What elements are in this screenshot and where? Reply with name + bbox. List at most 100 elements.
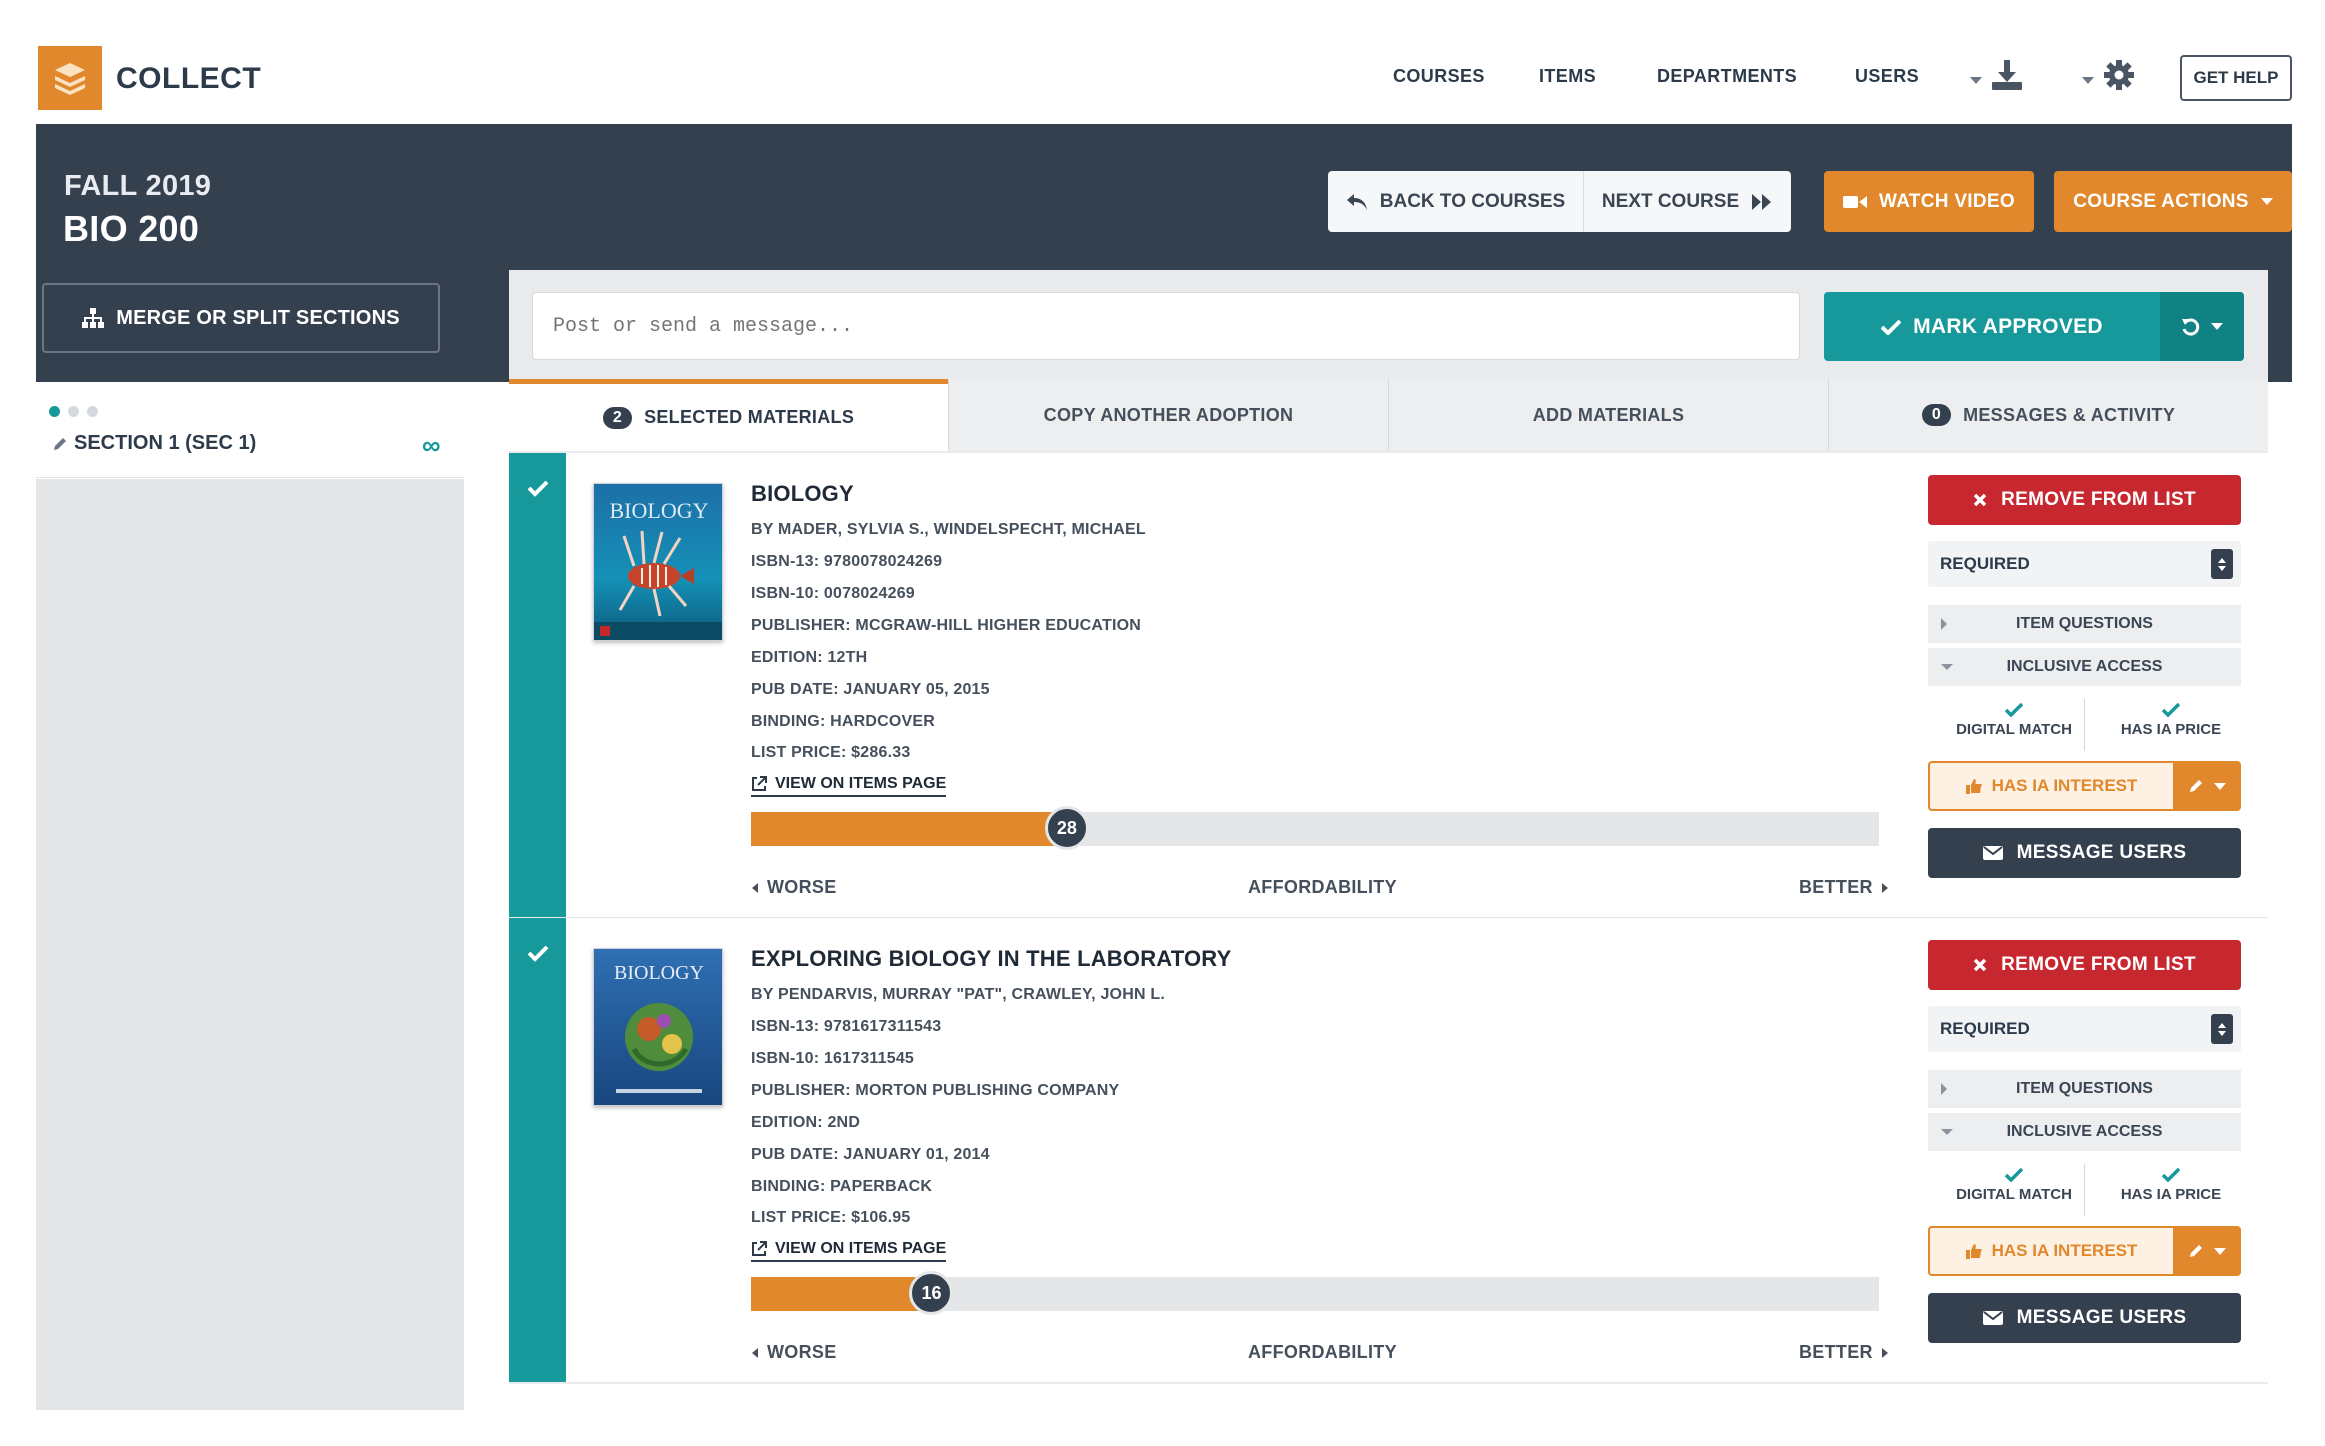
divider bbox=[2084, 699, 2085, 751]
reply-arrow-icon bbox=[1346, 193, 1367, 210]
select-arrows-icon bbox=[2211, 1014, 2233, 1044]
get-help-button[interactable]: GET HELP bbox=[2180, 55, 2292, 101]
approval-options-button[interactable] bbox=[2160, 292, 2244, 361]
next-course-label: NEXT COURSE bbox=[1601, 190, 1740, 212]
next-course-button[interactable]: NEXT COURSE bbox=[1584, 171, 1791, 232]
inclusive-access-toggle[interactable]: INCLUSIVE ACCESS bbox=[1928, 648, 2241, 686]
caret-left-icon bbox=[752, 882, 758, 893]
has-ia-interest-button[interactable]: HAS IA INTEREST bbox=[1928, 761, 2173, 811]
view-on-items-page-link[interactable]: VIEW ON ITEMS PAGE bbox=[751, 1240, 947, 1262]
download-menu[interactable] bbox=[1970, 58, 2024, 92]
back-to-courses-button[interactable]: BACK TO COURSES bbox=[1328, 171, 1584, 232]
item-title: EXPLORING BIOLOGY IN THE LABORATORY bbox=[751, 946, 1232, 971]
affordability-fill bbox=[751, 812, 1067, 846]
ia-interest-edit-button[interactable] bbox=[2173, 761, 2241, 811]
item-pubdate: PUB DATE: JANUARY 01, 2014 bbox=[751, 1146, 990, 1163]
better-text: BETTER bbox=[1799, 1342, 1873, 1362]
item-isbn10: ISBN-10: 0078024269 bbox=[751, 585, 915, 602]
requirement-select[interactable]: REQUIRED bbox=[1928, 1006, 2241, 1052]
tab-add-materials[interactable]: ADD MATERIALS bbox=[1388, 379, 1828, 451]
worse-label: WORSE bbox=[751, 877, 837, 898]
merge-split-sections-button[interactable]: MERGE OR SPLIT SECTIONS bbox=[42, 283, 440, 353]
remove-from-list-button[interactable]: REMOVE FROM LIST bbox=[1928, 940, 2241, 990]
check-icon bbox=[2005, 1168, 2023, 1182]
has-ia-interest-button[interactable]: HAS IA INTEREST bbox=[1928, 1226, 2173, 1276]
selected-count-badge: 2 bbox=[602, 406, 633, 429]
caret-right-icon bbox=[1881, 1347, 1888, 1358]
pager-dot[interactable] bbox=[87, 406, 98, 417]
caret-left-icon bbox=[752, 1347, 758, 1358]
affordability-score-badge: 28 bbox=[1044, 806, 1089, 850]
check-icon bbox=[1881, 319, 1902, 335]
material-item: BIOLOGY BIOLOGY BY MADER, SYLVIA S., WIN… bbox=[509, 453, 2268, 917]
inclusive-access-toggle[interactable]: INCLUSIVE ACCESS bbox=[1928, 1113, 2241, 1151]
check-icon bbox=[2162, 703, 2180, 717]
view-on-items-page-link[interactable]: VIEW ON ITEMS PAGE bbox=[751, 775, 947, 797]
section-list bbox=[36, 382, 464, 478]
pencil-icon bbox=[2190, 1245, 2202, 1257]
item-questions-toggle[interactable]: ITEM QUESTIONS bbox=[1928, 605, 2241, 643]
message-users-label: MESSAGE USERS bbox=[2016, 1307, 2187, 1328]
thumbs-up-icon bbox=[1965, 1244, 1982, 1259]
chevron-down-icon bbox=[2214, 1247, 2226, 1255]
course-navigation-group: BACK TO COURSES NEXT COURSE bbox=[1328, 171, 1791, 232]
book-cover-image: BIOLOGY bbox=[593, 483, 723, 641]
gear-icon bbox=[2104, 60, 2134, 90]
item-authors: BY PENDARVIS, MURRAY "PAT", CRAWLEY, JOH… bbox=[751, 986, 1165, 1003]
divider bbox=[2084, 1164, 2085, 1216]
select-arrows-icon bbox=[2211, 549, 2233, 579]
collect-logo-icon[interactable] bbox=[38, 46, 102, 110]
app-name: COLLECT bbox=[116, 62, 262, 95]
nav-users[interactable]: USERS bbox=[1855, 66, 1919, 87]
term-label: FALL 2019 bbox=[64, 170, 212, 202]
item-questions-toggle[interactable]: ITEM QUESTIONS bbox=[1928, 1070, 2241, 1108]
requirement-select[interactable]: REQUIRED bbox=[1928, 541, 2241, 587]
section-item[interactable]: SECTION 1 (SEC 1) bbox=[52, 432, 256, 455]
messages-count-badge: 0 bbox=[1921, 404, 1952, 426]
caret-down-icon bbox=[1941, 1129, 1953, 1135]
message-input[interactable] bbox=[532, 292, 1800, 360]
tab-copy-adoption[interactable]: COPY ANOTHER ADOPTION bbox=[948, 379, 1388, 451]
pager-dot[interactable] bbox=[49, 406, 60, 417]
cover-title: BIOLOGY bbox=[610, 498, 709, 523]
ia-interest-edit-button[interactable] bbox=[2173, 1226, 2241, 1276]
caret-right-icon bbox=[1881, 882, 1888, 893]
external-link-icon bbox=[752, 776, 767, 791]
check-icon bbox=[2005, 703, 2023, 717]
selected-stripe[interactable] bbox=[509, 918, 566, 1382]
remove-from-list-button[interactable]: REMOVE FROM LIST bbox=[1928, 475, 2241, 525]
chevron-down-icon bbox=[2082, 76, 2094, 84]
affordability-label: AFFORDABILITY bbox=[1248, 877, 1397, 897]
ia-price-status: HAS IA PRICE bbox=[2101, 1168, 2241, 1203]
message-users-button[interactable]: MESSAGE USERS bbox=[1928, 1293, 2241, 1343]
settings-menu[interactable] bbox=[2082, 58, 2136, 92]
item-isbn13: ISBN-13: 9780078024269 bbox=[751, 553, 943, 570]
selected-stripe[interactable] bbox=[509, 453, 566, 917]
tab-selected-materials[interactable]: 2 SELECTED MATERIALS bbox=[509, 379, 948, 451]
digital-match-label: DIGITAL MATCH bbox=[1956, 721, 2072, 738]
watch-video-button[interactable]: WATCH VIDEO bbox=[1824, 171, 2034, 232]
better-label: BETTER bbox=[1799, 877, 1889, 898]
message-users-button[interactable]: MESSAGE USERS bbox=[1928, 828, 2241, 878]
mark-approved-button[interactable]: MARK APPROVED bbox=[1824, 292, 2160, 361]
caret-right-icon bbox=[1941, 1083, 1947, 1095]
pager-dot[interactable] bbox=[68, 406, 79, 417]
section-pager[interactable] bbox=[49, 406, 98, 417]
top-navigation: COLLECT COURSES ITEMS DEPARTMENTS USERS … bbox=[0, 0, 2325, 124]
caret-right-icon bbox=[1941, 618, 1947, 630]
ia-interest-group: HAS IA INTEREST bbox=[1928, 761, 2241, 811]
close-icon bbox=[1973, 493, 1987, 507]
link-label: VIEW ON ITEMS PAGE bbox=[775, 775, 947, 792]
course-actions-button[interactable]: COURSE ACTIONS bbox=[2054, 171, 2292, 232]
inclusive-access-label: INCLUSIVE ACCESS bbox=[2006, 1123, 2163, 1140]
download-icon bbox=[1992, 60, 2022, 90]
caret-down-icon bbox=[1941, 664, 1953, 670]
video-camera-icon bbox=[1843, 195, 1868, 208]
nav-items[interactable]: ITEMS bbox=[1539, 66, 1596, 87]
nav-departments[interactable]: DEPARTMENTS bbox=[1657, 66, 1797, 87]
nav-courses[interactable]: COURSES bbox=[1393, 66, 1485, 87]
tab-messages-activity[interactable]: 0 MESSAGES & ACTIVITY bbox=[1828, 379, 2268, 451]
worse-text: WORSE bbox=[767, 877, 837, 897]
chevron-down-icon bbox=[2214, 782, 2226, 790]
item-edition: EDITION: 12TH bbox=[751, 649, 868, 666]
